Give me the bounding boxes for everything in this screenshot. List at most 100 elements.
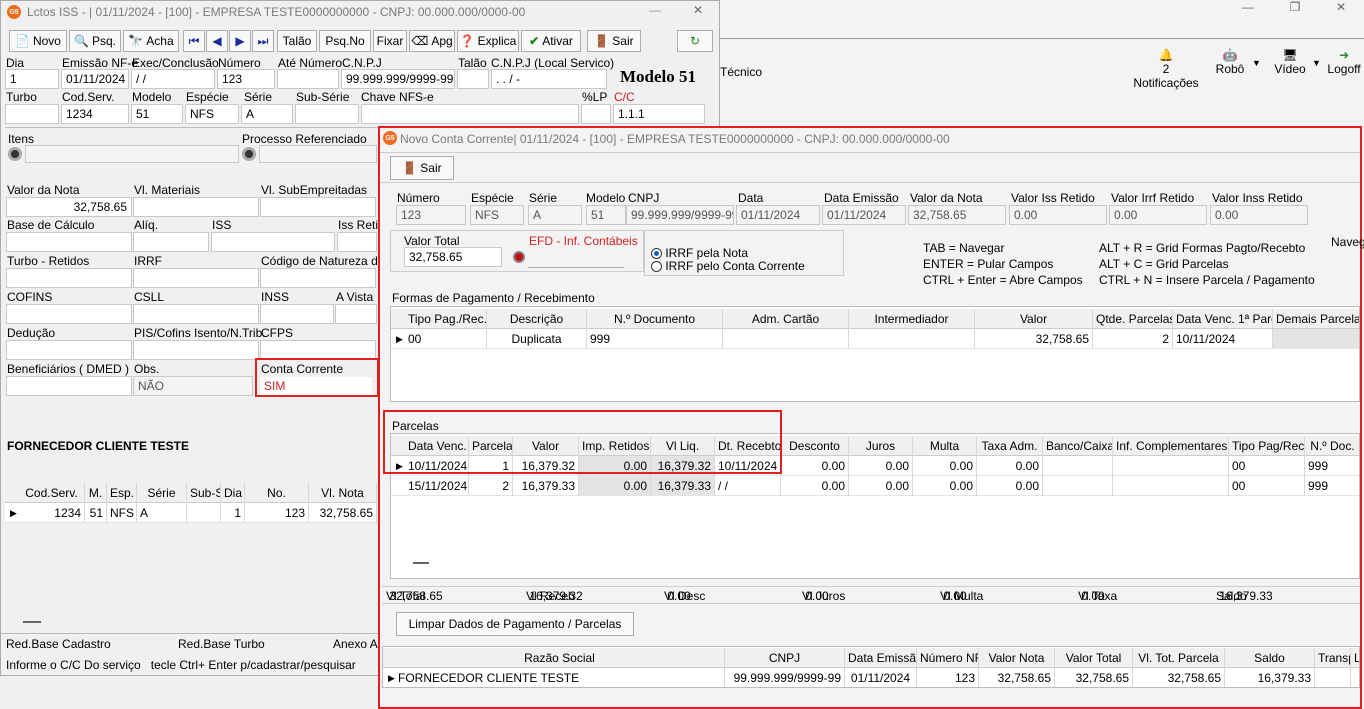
vl-materiais-field[interactable] [133,197,259,217]
cc-sair-button[interactable]: 🚪 Sair [390,156,454,180]
parcelas-grid-column-header[interactable]: N.º Doc. [1305,436,1359,456]
main-grid-column-header[interactable]: Vl. Nota [309,483,377,503]
first-record-button[interactable]: ⏮ [183,30,205,52]
turbo-field[interactable] [5,104,59,124]
codserv-field[interactable]: 1234 [61,104,129,124]
turbo-retidos-field[interactable] [6,268,132,288]
video-button[interactable]: 🖥 Vídeo [1270,48,1310,76]
pesquisar-button[interactable]: 🔍 Psq. [69,30,121,52]
main-grid-column-header[interactable]: Sub-S [187,483,221,503]
parcelas-grid-column-header[interactable]: Tipo Pag/Rec [1229,436,1305,456]
vl-subempreitadas-field[interactable] [260,197,376,217]
fornecedor-grid-column-header[interactable]: Valor Nota [979,648,1055,668]
csll-field[interactable] [133,304,259,324]
acha-button[interactable]: 🔭 Acha [123,30,179,52]
main-grid-cell[interactable] [187,503,221,523]
main-grid-cell[interactable]: A [137,503,187,523]
fornecedor-grid-cell[interactable] [1351,668,1359,687]
formas-grid-cell[interactable]: 10/11/2024 [1173,329,1273,349]
chevron-down-icon[interactable]: ▼ [1252,58,1261,68]
parcelas-grid-cell[interactable]: / / [715,476,781,496]
inss-field[interactable] [260,304,334,324]
main-grid-cell[interactable]: NFS [107,503,137,523]
emissao-field[interactable]: 01/11/2024 [61,69,129,89]
main-grid-cell[interactable]: 1 [221,503,245,523]
main-grid-column-header[interactable]: Série [137,483,187,503]
parcelas-grid-cell[interactable] [1113,456,1229,476]
notifications-button[interactable]: 🔔 2 Notificações [1130,48,1202,90]
main-grid-column-header[interactable]: Cod.Serv. [19,483,85,503]
fornecedor-grid-cell[interactable]: 01/11/2024 [845,668,917,687]
fornecedor-grid-column-header[interactable]: Data Emissão [845,648,917,668]
parcelas-grid-cell[interactable]: 00 [1229,476,1305,496]
main-grid-column-header[interactable]: Dia [221,483,245,503]
obs-field[interactable]: NÃO [133,376,253,396]
minimize-icon[interactable]: — [1242,0,1254,14]
formas-grid-column-header[interactable]: Descrição [487,309,587,329]
itens-toggle-icon[interactable] [8,147,22,161]
ativar-button[interactable]: ✔ Ativar [521,30,581,52]
formas-grid-column-header[interactable]: Valor [975,309,1093,329]
fornecedor-grid-column-header[interactable]: Transp [1315,648,1351,668]
close-icon[interactable]: ✕ [693,3,703,17]
robot-button[interactable]: 🤖 Robô [1210,48,1250,76]
formas-grid-cell[interactable] [723,329,849,349]
parcelas-grid-cell[interactable]: 0.00 [781,476,849,496]
formas-grid-cell[interactable]: 2 [1093,329,1173,349]
main-grid-cell[interactable]: 1234 [19,503,85,523]
plp-field[interactable] [581,104,611,124]
fornecedor-grid-cell[interactable]: 32,758.65 [979,668,1055,687]
aliquota-field[interactable] [133,232,209,252]
formas-grid-cell[interactable]: 00 [405,329,487,349]
cfps-field[interactable] [260,340,376,360]
beneficiarios-field[interactable] [6,376,132,396]
formas-grid-column-header[interactable]: Adm. Cartão [723,309,849,329]
dia-field[interactable]: 1 [5,69,59,89]
parcelas-grid-cell[interactable]: 0.00 [913,476,977,496]
parcelas-grid-cell[interactable]: 0.00 [977,476,1043,496]
codigo-natureza-field[interactable] [260,268,376,288]
talao-field[interactable] [457,69,489,89]
parcelas-grid-cell[interactable]: 999 [1305,456,1359,476]
serie-field[interactable]: A [241,104,293,124]
cc-field[interactable]: 1.1.1 [613,104,705,124]
formas-grid-column-header[interactable]: Intermediador [849,309,975,329]
cofins-field[interactable] [6,304,132,324]
chevron-down-icon[interactable]: ▼ [1312,58,1321,68]
cnpj-field[interactable]: 99.999.999/9999-99 [341,69,455,89]
deducao-field[interactable] [6,340,132,360]
formas-grid-cell[interactable]: Duplicata [487,329,587,349]
processo-toggle-icon[interactable] [242,147,256,161]
novo-button[interactable]: 📄 Novo [9,30,67,52]
valor-nota-field[interactable]: 32,758.65 [6,197,132,217]
apagar-button[interactable]: ⌫ Apg [409,30,455,52]
restore-icon[interactable]: ❐ [1290,0,1301,14]
fornecedor-grid-column-header[interactable]: Valor Total [1055,648,1133,668]
itens-field[interactable] [25,145,239,163]
avista-field[interactable] [335,304,377,324]
parcelas-grid-cell[interactable]: 0.00 [579,476,651,496]
main-grid-cell[interactable]: 51 [85,503,107,523]
parcelas-grid-cell[interactable]: 0.00 [977,456,1043,476]
chave-nfse-field[interactable] [361,104,579,124]
sair-button[interactable]: 🚪 Sair [587,30,641,52]
fixar-button[interactable]: Fixar [373,30,407,52]
parcelas-grid-column-header[interactable]: Banco/Caixa [1043,436,1113,456]
prev-record-button[interactable]: ◀ [206,30,228,52]
pesquisa-numero-button[interactable]: Psq.No [319,30,371,52]
parcelas-grid-cell[interactable]: 00 [1229,456,1305,476]
parcelas-grid-cell[interactable] [1043,456,1113,476]
numero-field[interactable]: 123 [217,69,275,89]
explica-button[interactable]: ❓ Explica [457,30,519,52]
fornecedor-grid-cell[interactable]: 32,758.65 [1133,668,1225,687]
parcelas-grid-column-header[interactable]: Multa [913,436,977,456]
parcelas-grid-cell[interactable]: 0.00 [913,456,977,476]
formas-grid-cell[interactable] [849,329,975,349]
fornecedor-grid-column-header[interactable]: Número NF [917,648,979,668]
fornecedor-grid-row[interactable]: ▶ FORNECEDOR CLIENTE TESTE 99.999.999/9999… [383,668,1359,687]
main-grid-row[interactable]: ▶ 1234 51 NFS A 1 123 32,758.65 [5,503,377,523]
formas-grid-column-header[interactable]: Qtde. Parcelas [1093,309,1173,329]
parcelas-grid-column-header[interactable]: Juros [849,436,913,456]
fornecedor-grid-column-header[interactable]: Razão Social [395,648,725,668]
formas-grid-column-header[interactable]: Tipo Pag./Rec. [405,309,487,329]
